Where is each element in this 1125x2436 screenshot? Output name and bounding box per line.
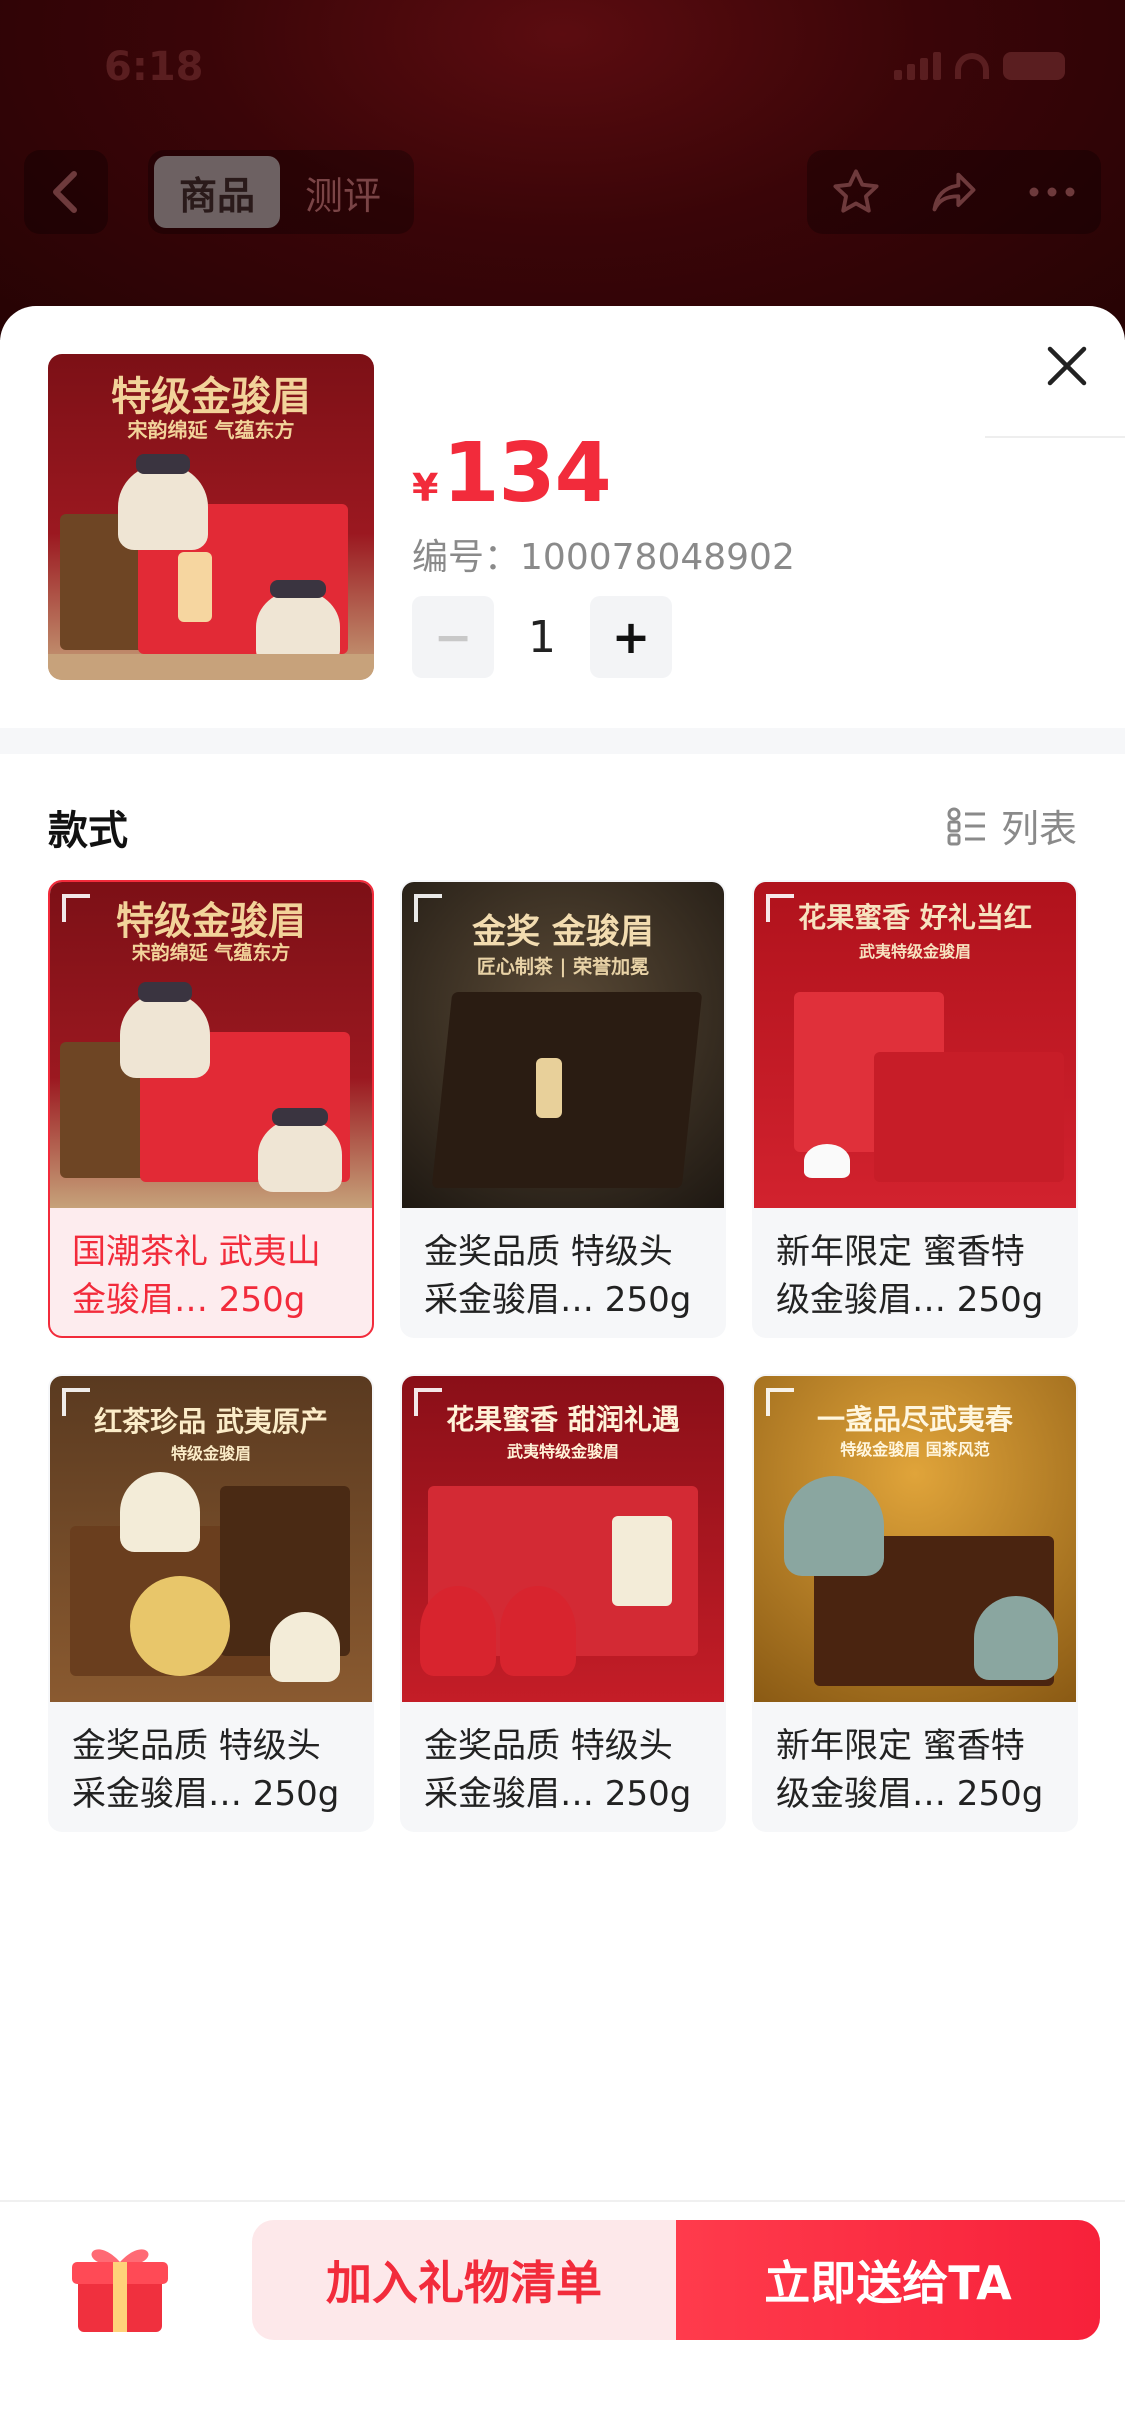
quantity-stepper: − 1 + [412,596,672,678]
style-art-subtitle: 武夷特级金骏眉 [506,1442,619,1461]
list-view-toggle[interactable]: 列表 [947,798,1077,853]
style-image: 花果蜜香 甜润礼遇 武夷特级金骏眉 [402,1376,724,1702]
tab-product[interactable]: 商品 [154,156,280,228]
style-option-1[interactable]: 特级金骏眉 宋韵绵延 气蕴东方 国潮茶礼 武夷山金骏眉… 250g [48,880,374,1338]
style-art-title: 金奖 金骏眉 [472,912,654,952]
thumb-subtitle: 宋韵绵延 气蕴东方 [127,418,295,442]
style-art-title: 花果蜜香 好礼当红 [798,901,1032,934]
signal-icon [894,52,941,80]
sku-label: 编号： [412,537,521,578]
style-art-subtitle: 特级金骏眉 国茶风范 [840,1440,990,1459]
section-title: 款式 [48,808,128,854]
style-image: 特级金骏眉 宋韵绵延 气蕴东方 [50,882,372,1208]
style-caption: 金奖品质 特级头采金骏眉… 250g [424,1726,692,1814]
more-icon[interactable] [1026,182,1078,202]
gift-icon[interactable] [68,2232,172,2336]
style-caption: 国潮茶礼 武夷山金骏眉… 250g [72,1232,321,1320]
section-divider [0,728,1125,754]
status-bar: 6:18 [0,44,1125,104]
style-option-3[interactable]: 花果蜜香 好礼当红 武夷特级金骏眉 新年限定 蜜香特级金骏眉… 250g [752,880,1078,1338]
share-icon[interactable] [927,166,981,218]
increase-button[interactable]: + [590,596,672,678]
style-image: 一盏品尽武夷春 特级金骏眉 国茶风范 [754,1376,1076,1702]
close-button[interactable] [1037,336,1097,396]
style-art-subtitle: 匠心制茶 | 荣誉加冕 [476,956,650,978]
back-button[interactable] [24,150,108,234]
style-art-title: 特级金骏眉 [115,898,306,943]
style-image: 花果蜜香 好礼当红 武夷特级金骏眉 [754,882,1076,1208]
battery-icon [1003,52,1065,80]
sku-value: 100078048902 [520,537,795,578]
header-actions [807,150,1101,234]
price-value: 134 [442,426,611,521]
bottom-action-bar: 加入礼物清单 立即送给TA [0,2200,1125,2436]
style-art-title: 红茶珍品 武夷原产 [94,1405,328,1438]
add-to-gift-list-button[interactable]: 加入礼物清单 [252,2220,676,2340]
chevron-left-icon [53,171,77,213]
style-option-4[interactable]: 红茶珍品 武夷原产 特级金骏眉 金奖品质 特级头采金骏眉… 250g [48,1374,374,1832]
close-icon [1047,346,1087,386]
send-gift-button[interactable]: 立即送给TA [676,2220,1100,2340]
style-caption: 金奖品质 特级头采金骏眉… 250g [424,1232,692,1320]
style-caption: 新年限定 蜜香特级金骏眉… 250g [776,1232,1044,1320]
style-image: 金奖 金骏眉 匠心制茶 | 荣誉加冕 [402,882,724,1208]
list-toggle-label: 列表 [1000,807,1077,851]
sku-selector-sheet: 特级金骏眉 宋韵绵延 气蕴东方 ¥ 134 编号：100078048902 − … [0,306,1125,2436]
style-art-subtitle: 武夷特级金骏眉 [858,942,971,961]
wifi-icon [955,53,989,79]
sku-number: 编号：100078048902 [412,528,795,580]
status-time: 6:18 [104,44,204,90]
divider-line [985,436,1125,438]
star-icon[interactable] [830,166,882,218]
tab-review[interactable]: 测评 [280,156,406,228]
list-icon [947,807,985,845]
style-art-subtitle: 宋韵绵延 气蕴东方 [131,942,291,964]
style-options-grid: 特级金骏眉 宋韵绵延 气蕴东方 国潮茶礼 武夷山金骏眉… 250g 金奖 金骏眉… [48,880,1078,1832]
action-buttons: 加入礼物清单 立即送给TA [252,2220,1100,2340]
style-option-5[interactable]: 花果蜜香 甜润礼遇 武夷特级金骏眉 金奖品质 特级头采金骏眉… 250g [400,1374,726,1832]
style-caption: 金奖品质 特级头采金骏眉… 250g [72,1726,340,1814]
price-currency: ¥ [412,466,439,510]
style-option-2[interactable]: 金奖 金骏眉 匠心制茶 | 荣誉加冕 金奖品质 特级头采金骏眉… 250g [400,880,726,1338]
quantity-value[interactable]: 1 [494,612,590,663]
background-page-header: 6:18 商品 测评 [0,0,1125,340]
price: ¥ 134 [412,426,612,521]
selected-product-image: 特级金骏眉 宋韵绵延 气蕴东方 [48,354,374,680]
style-art-title: 花果蜜香 甜润礼遇 [446,1403,680,1436]
style-art-subtitle: 特级金骏眉 [170,1444,251,1463]
style-art-title: 一盏品尽武夷春 [816,1403,1013,1436]
product-tabs: 商品 测评 [148,150,414,234]
decrease-button[interactable]: − [412,596,494,678]
style-option-6[interactable]: 一盏品尽武夷春 特级金骏眉 国茶风范 新年限定 蜜香特级金骏眉… 250g [752,1374,1078,1832]
style-caption: 新年限定 蜜香特级金骏眉… 250g [776,1726,1044,1814]
style-image: 红茶珍品 武夷原产 特级金骏眉 [50,1376,372,1702]
